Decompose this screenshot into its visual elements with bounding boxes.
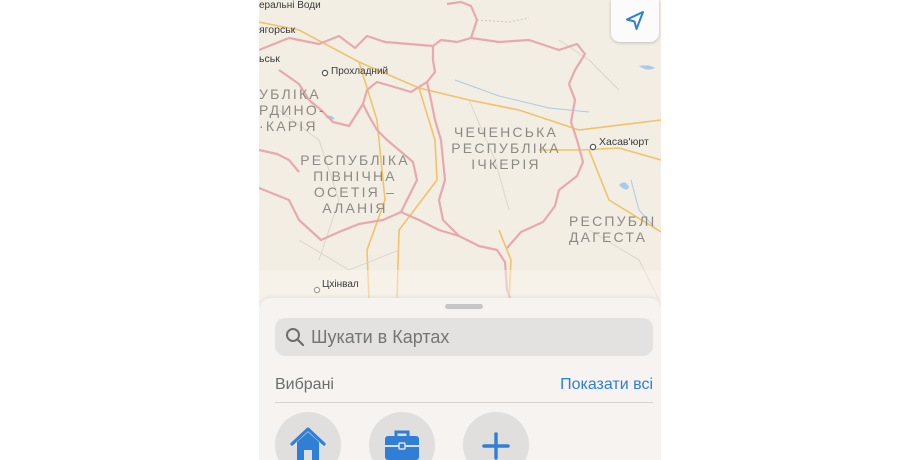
region-label-line: ОСЕТІЯ – xyxy=(313,184,397,200)
plus-icon xyxy=(482,432,510,460)
show-all-link[interactable]: Показати всі xyxy=(560,376,653,394)
region-label-dagestan: РЕСПУБЛІ ДАГЕСТА xyxy=(569,213,657,245)
region-label-chechnya: ЧЕЧЕНСЬКА РЕСПУБЛІКА ІЧКЕРІЯ xyxy=(439,124,573,172)
city-label-tskhinval: Цхінвал xyxy=(322,279,359,290)
region-label-line: РЕСПУБЛІКА xyxy=(300,152,410,168)
region-label-line: ДАГЕСТА xyxy=(569,229,648,245)
region-label-line: АЛАНІЯ xyxy=(322,200,388,216)
city-label-cherkesk: ьськ xyxy=(259,53,280,65)
favorite-home-button[interactable] xyxy=(275,412,341,460)
region-label-line: УБЛІКА xyxy=(259,86,321,102)
region-label-north-ossetia: РЕСПУБЛІКА ПІВНІЧНА ОСЕТІЯ – АЛАНІЯ xyxy=(289,152,421,216)
favorites-title: Вибрані xyxy=(275,376,334,393)
region-label-line: ІЧКЕРІЯ xyxy=(471,156,541,172)
map-view[interactable]: еральні Води ягорськ ьськ Прохладний Хас… xyxy=(259,0,661,310)
region-label-line: ПІВНІЧНА xyxy=(313,168,397,184)
bottom-sheet: Вибрані Показати всі xyxy=(259,298,661,460)
city-label-prokhladny: Прохладний xyxy=(331,66,389,77)
maps-app: еральні Води ягорськ ьськ Прохладний Хас… xyxy=(259,0,661,460)
city-dot-khasavyurt xyxy=(589,143,597,151)
region-label-line: ·КАРІЯ xyxy=(259,118,318,134)
favorite-work-button[interactable] xyxy=(369,412,435,460)
city-label-khasavyurt: Хасав'юрт xyxy=(599,136,649,148)
sheet-grabber[interactable] xyxy=(445,304,483,309)
search-icon xyxy=(285,327,305,347)
region-label-line: РДИНО- xyxy=(259,102,326,118)
briefcase-icon xyxy=(385,430,419,460)
region-label-line: РЕСПУБЛІ xyxy=(569,213,657,229)
add-favorite-button[interactable] xyxy=(463,412,529,460)
locate-me-button[interactable] xyxy=(611,0,659,42)
section-divider xyxy=(275,402,653,403)
region-label-line: РЕСПУБЛІКА xyxy=(451,140,561,156)
search-bar[interactable] xyxy=(275,318,653,356)
search-input[interactable] xyxy=(311,326,631,348)
city-label-pyatigorsk: ягорськ xyxy=(259,24,296,36)
city-dot-prokhladny xyxy=(321,69,329,77)
city-label-mineralni-vody: еральні Води xyxy=(259,0,321,11)
home-icon xyxy=(290,427,326,460)
location-arrow-icon xyxy=(626,11,644,30)
region-label-line: ЧЕЧЕНСЬКА xyxy=(453,124,559,140)
region-label-kbr: УБЛІКА РДИНО- ·КАРІЯ xyxy=(259,86,326,134)
